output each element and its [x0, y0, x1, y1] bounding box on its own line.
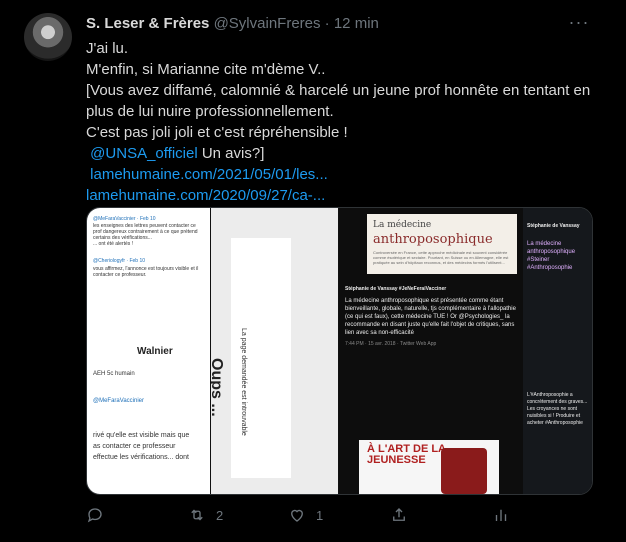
- walnier-label: Walnier: [137, 346, 173, 357]
- mention-link[interactable]: @UNSA_officiel: [90, 145, 198, 162]
- tweet-header: S. Leser & Frères @SylvainFreres · 12 mi…: [86, 14, 379, 34]
- mini-text: AEH 5c humain: [93, 371, 135, 377]
- reply-button[interactable]: [86, 505, 114, 525]
- mention-line: @UNSA_officiel Un avis?]: [86, 143, 606, 164]
- tweet-text: J'ai lu. M'enfin, si Marianne cite m'dèm…: [86, 38, 606, 206]
- tweet-line: C'est pas joli joli et c'est répréhensib…: [86, 124, 348, 141]
- mini-text: @Cheriologyfr · Feb 10: [93, 258, 146, 264]
- tweet-line: M'enfin, si Marianne cite m'dème V..: [86, 61, 326, 78]
- mini-text: rivé qu'elle est visible mais que: [93, 432, 190, 439]
- article-excerpt: Controversée en France, cette approche m…: [373, 250, 509, 265]
- link-line: lamehumaine.com/2021/05/01/les...: [86, 164, 606, 185]
- action-bar: 2 1: [0, 505, 626, 527]
- author-name[interactable]: S. Leser & Frères: [86, 15, 209, 32]
- quoted-tweet: Stéphanie de Vanssay #JeNeFeraiVacciner …: [345, 285, 523, 348]
- media-image-2[interactable]: Oups ... La page demandée est introuvabl…: [211, 208, 338, 494]
- tweet: S. Leser & Frères @SylvainFreres · 12 mi…: [0, 0, 626, 542]
- tweet-line: [Vous avez diffamé, calomnié & harcelé u…: [86, 82, 591, 120]
- quote-text: La médecine anthroposophique est présent…: [345, 298, 516, 336]
- side-text-2: L'#Anthroposophie a concrètement des gra…: [527, 392, 588, 426]
- side-text: La médecine anthroposophique #Steiner #A…: [527, 241, 576, 271]
- mini-text: effectue les vérifications... dont: [93, 454, 189, 461]
- more-options-icon[interactable]: ···: [568, 13, 590, 33]
- url-link-2[interactable]: lamehumaine.com/2020/09/27/ca-...: [86, 187, 325, 204]
- like-button[interactable]: 1: [288, 505, 323, 525]
- article-small-title: La médecine: [373, 220, 432, 230]
- article-big-title: anthroposophique: [373, 232, 493, 247]
- oups-title: Oups ...: [211, 358, 225, 417]
- mini-text: @MeFaraVaccinier: [93, 398, 144, 404]
- link-line: lamehumaine.com/2020/09/27/ca-...: [86, 185, 606, 206]
- avatar[interactable]: [24, 13, 72, 61]
- mini-text: @MeFaraVaccinier · Feb 10: [93, 216, 156, 222]
- author-handle[interactable]: @SylvainFreres: [214, 15, 321, 32]
- side-author: Stéphanie de Vanssay: [527, 223, 580, 229]
- separator: ·: [324, 15, 330, 32]
- tweet-line: J'ai lu.: [86, 40, 129, 57]
- quote-author: Stéphanie de Vanssay #JeNeFeraiVacciner: [345, 286, 447, 292]
- analytics-button[interactable]: [492, 505, 510, 525]
- media-image-3[interactable]: La médecine anthroposophique Controversé…: [339, 208, 592, 494]
- analytics-icon: [495, 509, 507, 521]
- media-image-1[interactable]: @MeFaraVaccinier · Feb 10 les enseignes …: [87, 208, 210, 494]
- url-link-1[interactable]: lamehumaine.com/2021/05/01/les...: [90, 166, 328, 183]
- article-header: La médecine anthroposophique Controversé…: [367, 214, 517, 274]
- reply-icon: [87, 508, 102, 523]
- retweet-button[interactable]: 2: [188, 505, 223, 525]
- mini-text: as contacter ce professeur: [93, 443, 176, 450]
- media-grid[interactable]: @MeFaraVaccinier · Feb 10 les enseignes …: [86, 207, 593, 495]
- mention-tail: Un avis?]: [197, 145, 265, 162]
- quote-meta: 7:44 PM · 15 avr. 2018 · Twitter Web App: [345, 341, 437, 347]
- like-count: 1: [316, 507, 324, 523]
- heart-icon: [291, 509, 303, 522]
- mini-text: ... ont été alertés !: [93, 241, 134, 247]
- side-tweet: Stéphanie de Vanssay La médecine anthrop…: [523, 208, 592, 494]
- share-icon: [393, 508, 405, 521]
- share-button[interactable]: [390, 505, 408, 525]
- timestamp[interactable]: 12 min: [334, 15, 379, 32]
- book-cover: À L'ART DE LA JEUNESSE: [359, 440, 499, 494]
- retweet-icon: [191, 509, 203, 521]
- oups-subtitle: La page demandée est introuvable: [240, 328, 247, 436]
- bottle-image: [441, 448, 487, 494]
- retweet-count: 2: [216, 507, 224, 523]
- mini-text: contacter ce professeur.: [93, 272, 147, 278]
